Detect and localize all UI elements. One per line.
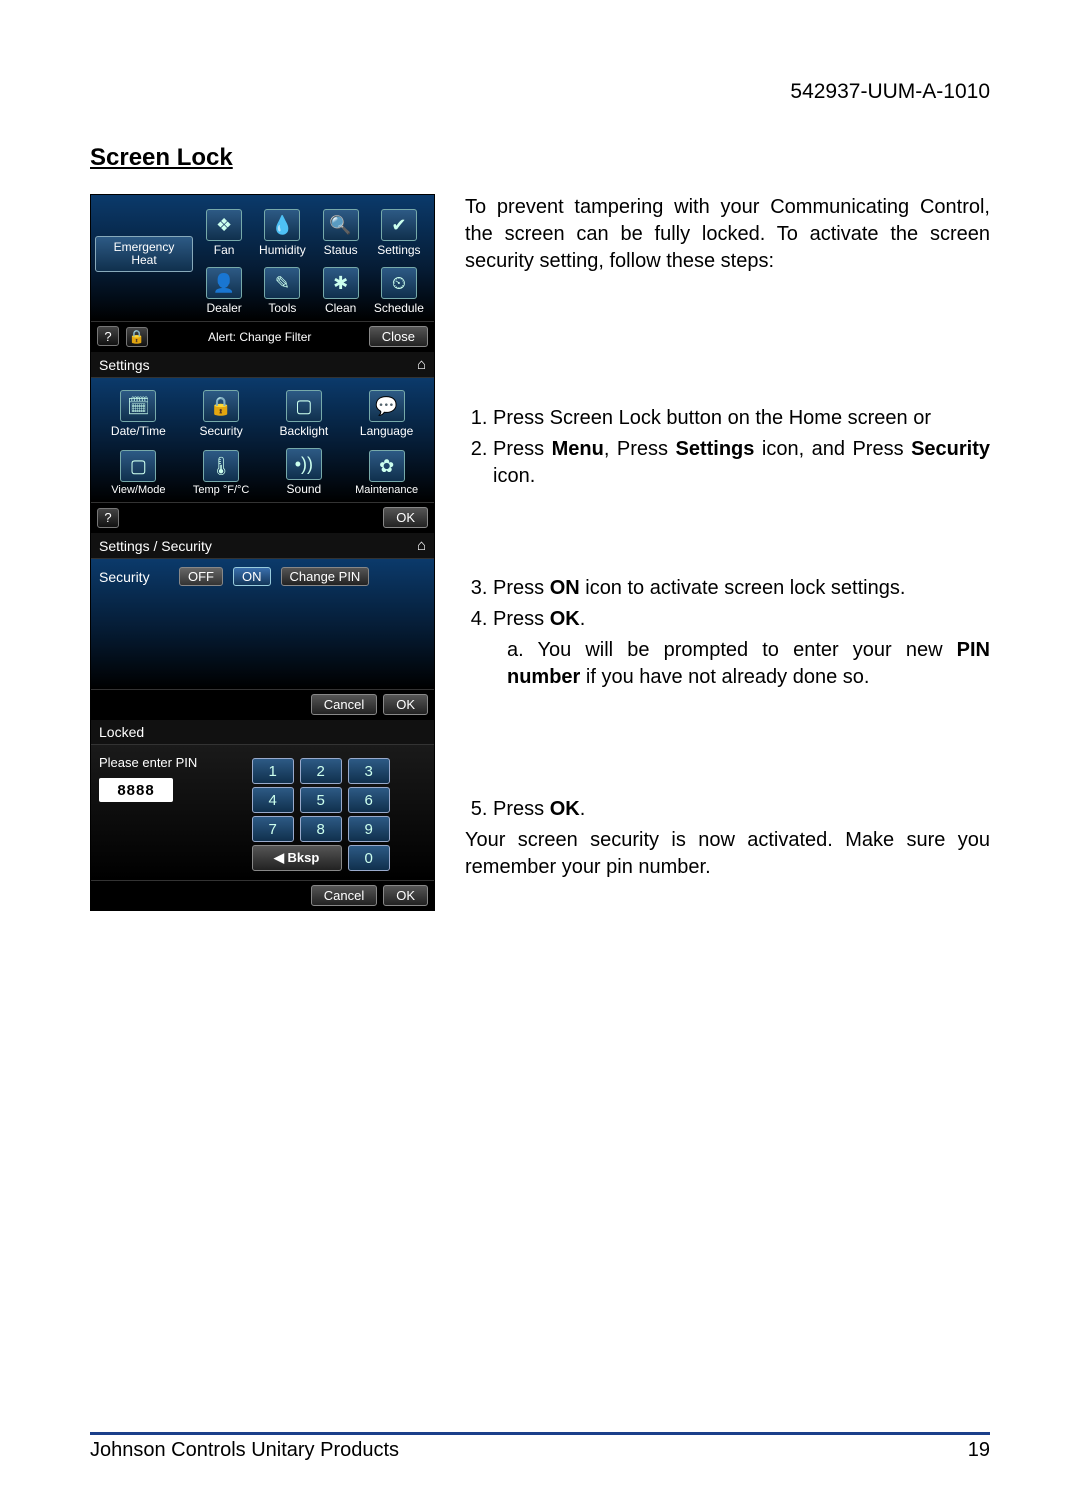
key-2[interactable]: 2: [300, 758, 342, 784]
emergency-heat-label: Emergency Heat: [114, 240, 175, 267]
cancel-button[interactable]: Cancel: [311, 694, 377, 715]
locked-title: Locked: [99, 724, 144, 740]
step-5: Press OK.: [493, 796, 990, 823]
screenshots-column: Emergency Heat ❖Fan 💧Humidity 🔍Status ✔S…: [90, 194, 435, 911]
step-3: Press ON icon to activate screen lock se…: [493, 575, 990, 602]
screen-home: Emergency Heat ❖Fan 💧Humidity 🔍Status ✔S…: [90, 194, 435, 352]
key-3[interactable]: 3: [348, 758, 390, 784]
settings-button[interactable]: ✔Settings: [371, 209, 427, 257]
intro-text: To prevent tampering with your Communica…: [465, 194, 990, 275]
instructions-column: To prevent tampering with your Communica…: [465, 194, 990, 887]
closing-text: Your screen security is now activated. M…: [465, 827, 990, 881]
security-button[interactable]: 🔒Security: [182, 390, 260, 438]
key-bksp[interactable]: ◀ Bksp: [252, 845, 342, 871]
ok-button[interactable]: OK: [383, 694, 428, 715]
dealer-button[interactable]: 👤Dealer: [196, 267, 252, 315]
doc-id: 542937-UUM-A-1010: [90, 80, 990, 104]
backlight-button[interactable]: ▢Backlight: [265, 390, 343, 438]
tools-icon: ✎: [264, 267, 300, 299]
lock-icon[interactable]: 🔒: [126, 327, 148, 347]
home-icon[interactable]: ⌂: [417, 356, 426, 373]
close-button[interactable]: Close: [369, 326, 428, 347]
backlight-icon: ▢: [286, 390, 322, 422]
help-icon[interactable]: ?: [97, 326, 119, 346]
settings-icon: ✔: [381, 209, 417, 241]
settings-title: Settings: [99, 357, 150, 373]
page-footer: Johnson Controls Unitary Products 19: [90, 1432, 990, 1462]
pin-prompt: Please enter PIN: [99, 755, 197, 770]
key-8[interactable]: 8: [300, 816, 342, 842]
status-button[interactable]: 🔍Status: [313, 209, 369, 257]
home-icon[interactable]: ⌂: [417, 537, 426, 554]
ok-button[interactable]: OK: [383, 507, 428, 528]
calendar-icon: 🗓: [120, 390, 156, 422]
humidity-button[interactable]: 💧Humidity: [254, 209, 310, 257]
step-2: Press Menu, Press Settings icon, and Pre…: [493, 436, 990, 490]
screen-security: Settings / Security ⌂ Security OFF ON Ch…: [90, 533, 435, 720]
schedule-icon: ⏲: [381, 267, 417, 299]
off-button[interactable]: OFF: [179, 567, 223, 586]
emergency-heat-button[interactable]: Emergency Heat: [95, 236, 193, 272]
gear-icon: ✿: [369, 450, 405, 482]
schedule-button[interactable]: ⏲Schedule: [371, 267, 427, 315]
key-4[interactable]: 4: [252, 787, 294, 813]
sound-button[interactable]: •))Sound: [265, 448, 343, 496]
section-title: Screen Lock: [90, 144, 990, 172]
key-5[interactable]: 5: [300, 787, 342, 813]
key-0[interactable]: 0: [348, 845, 390, 871]
viewmode-icon: ▢: [120, 450, 156, 482]
language-icon: 💬: [369, 390, 405, 422]
cancel-button[interactable]: Cancel: [311, 885, 377, 906]
sound-icon: •)): [286, 448, 322, 480]
step-4: Press OK.: [493, 606, 990, 633]
screen-settings: Settings ⌂ 🗓Date/Time 🔒Security ▢Backlig…: [90, 352, 435, 533]
security-label: Security: [99, 569, 169, 585]
key-1[interactable]: 1: [252, 758, 294, 784]
on-button[interactable]: ON: [233, 567, 271, 586]
pin-display: 8888: [99, 778, 173, 802]
key-9[interactable]: 9: [348, 816, 390, 842]
help-icon[interactable]: ?: [97, 508, 119, 528]
viewmode-button[interactable]: ▢View/Mode: [99, 448, 177, 496]
thermometer-icon: 🌡: [203, 450, 239, 482]
tools-button[interactable]: ✎Tools: [254, 267, 310, 315]
step-4a: a. You will be prompted to enter your ne…: [465, 637, 990, 691]
status-icon: 🔍: [323, 209, 359, 241]
clean-icon: ✱: [323, 267, 359, 299]
ok-button[interactable]: OK: [383, 885, 428, 906]
security-breadcrumb: Settings / Security: [99, 538, 212, 554]
fan-button[interactable]: ❖Fan: [196, 209, 252, 257]
fan-icon: ❖: [206, 209, 242, 241]
change-pin-button[interactable]: Change PIN: [281, 567, 370, 586]
footer-left: Johnson Controls Unitary Products: [90, 1439, 399, 1462]
screen-locked: Locked Please enter PIN 8888 1 2 3: [90, 720, 435, 911]
tempunit-button[interactable]: 🌡Temp °F/°C: [182, 448, 260, 496]
maintenance-button[interactable]: ✿Maintenance: [348, 448, 426, 496]
dealer-icon: 👤: [206, 267, 242, 299]
page-number: 19: [968, 1439, 990, 1462]
datetime-button[interactable]: 🗓Date/Time: [99, 390, 177, 438]
key-7[interactable]: 7: [252, 816, 294, 842]
language-button[interactable]: 💬Language: [348, 390, 426, 438]
key-6[interactable]: 6: [348, 787, 390, 813]
padlock-icon: 🔒: [203, 390, 239, 422]
alert-text: Alert: Change Filter: [151, 330, 369, 344]
step-1: Press Screen Lock button on the Home scr…: [493, 405, 990, 432]
humidity-icon: 💧: [264, 209, 300, 241]
clean-button[interactable]: ✱Clean: [313, 267, 369, 315]
